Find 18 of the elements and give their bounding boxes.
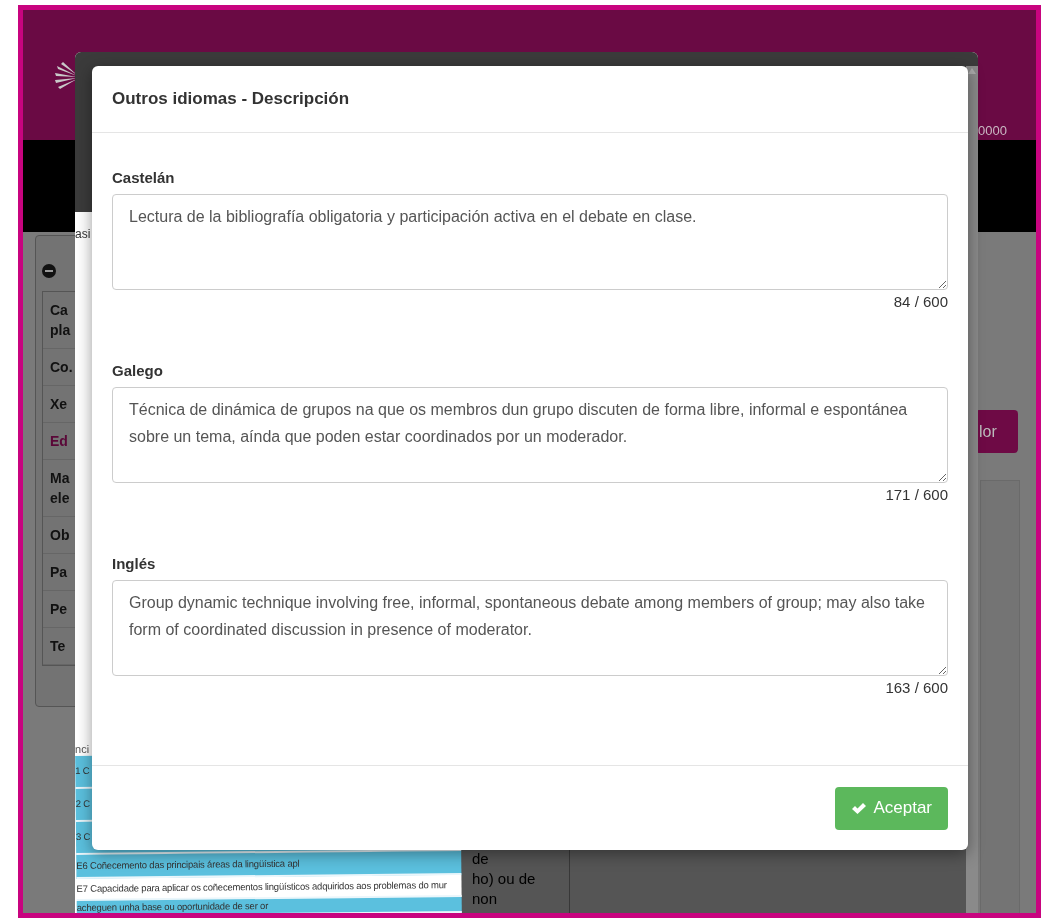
table-text: de [472, 849, 490, 869]
tab-label[interactable]: asi [75, 227, 91, 241]
table-text: non [472, 889, 499, 909]
description-field[interactable]: Técnica de dinámica de grupos na que os membros dun grupo discuten de forma libre, informal e espontánea sobre un tema, aínda que poden estar coordinados por un moderador. [112, 387, 948, 483]
description-field[interactable]: Lectura de la bibliografía obligatoria y participación activa en el debate en clase. [112, 194, 948, 290]
character-counter: 84 / 600 [893, 293, 948, 310]
collapse-icon[interactable] [42, 264, 56, 278]
field-label: Inglés [112, 555, 156, 572]
character-counter: 171 / 600 [885, 486, 948, 503]
header-text: 0000 [978, 123, 1007, 138]
field-label: Galego [112, 362, 163, 379]
check-icon [851, 801, 868, 815]
field-label: Castelán [112, 169, 175, 186]
action-button[interactable]: lor [975, 410, 1018, 453]
description-field[interactable]: Group dynamic technique involving free, informal, spontaneous debate among members of group; may also take form of coordinated discussion in presence of moderator. [112, 580, 948, 676]
table-text: ho) ou de [472, 869, 537, 889]
character-counter: 163 / 600 [885, 679, 948, 696]
dialog-title: Outros idiomas - Descripción [112, 89, 350, 109]
